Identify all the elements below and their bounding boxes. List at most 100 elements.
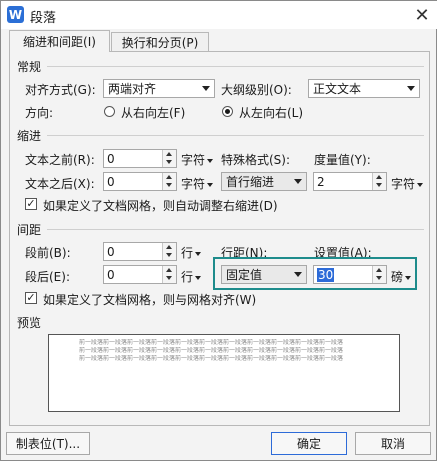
chevron-down-icon — [405, 275, 412, 280]
chevron-down-icon — [294, 179, 302, 184]
chevron-down-icon — [195, 275, 202, 280]
setting-value-input[interactable]: 30 — [313, 265, 387, 284]
arrow-down-icon[interactable] — [376, 183, 382, 187]
arrow-up-icon[interactable] — [166, 245, 172, 249]
chevron-down-icon — [417, 182, 424, 187]
ok-button[interactable]: 确定 — [271, 432, 347, 455]
alignment-value: 两端对齐 — [108, 82, 157, 96]
arrow-up-icon[interactable] — [166, 152, 172, 156]
rtl-radio[interactable] — [104, 106, 115, 117]
space-before-unit[interactable]: 行 — [181, 244, 202, 261]
grid-align-checkbox[interactable]: ✓ — [25, 292, 37, 304]
space-after-unit[interactable]: 行 — [181, 268, 202, 285]
alignment-label: 对齐方式(G): — [25, 83, 96, 97]
stepper-buttons[interactable] — [162, 266, 176, 283]
indent-after-input[interactable]: 0 — [103, 172, 177, 191]
space-before-unit-label: 行 — [181, 246, 194, 260]
outline-level-label: 大纲级别(O): — [221, 83, 292, 97]
chevron-down-icon — [294, 272, 302, 277]
stepper-buttons[interactable] — [162, 173, 176, 190]
section-divider — [47, 229, 424, 230]
arrow-down-icon[interactable] — [166, 183, 172, 187]
indent-before-input[interactable]: 0 — [103, 149, 177, 168]
direction-label: 方向: — [25, 106, 54, 120]
tab-stops-button-label: 制表位(T)... — [15, 437, 81, 451]
paragraph-dialog: W 段落 ✕ 缩进和间距(I) 换行和分页(P) 常规 对齐方式(G): 两端对… — [0, 0, 438, 461]
setting-value-unit[interactable]: 磅 — [391, 268, 412, 285]
measure-value: 2 — [317, 174, 325, 189]
preview-text-line: 前一段落前一段落前一段落前一段落前一段落前一段落前一段落前一段落前一段落前一段落… — [79, 339, 344, 346]
indent-before-label: 文本之前(R): — [25, 153, 95, 167]
chevron-down-icon — [407, 86, 415, 91]
tab-stops-button[interactable]: 制表位(T)... — [6, 432, 90, 455]
ltr-label[interactable]: 从左向右(L) — [239, 104, 303, 121]
stepper-buttons[interactable] — [162, 150, 176, 167]
measure-unit-label: 字符 — [391, 177, 416, 191]
tab-line-page-break[interactable]: 换行和分页(P) — [111, 32, 209, 52]
auto-adjust-label[interactable]: 如果定义了文档网格，则自动调整右缩进(D) — [43, 197, 278, 214]
space-after-input[interactable]: 0 — [103, 265, 177, 284]
stepper-buttons[interactable] — [372, 173, 386, 190]
chevron-down-icon — [195, 251, 202, 256]
setting-value-unit-label: 磅 — [391, 270, 404, 284]
special-format-select[interactable]: 首行缩进 — [221, 172, 307, 191]
arrow-up-icon[interactable] — [376, 175, 382, 179]
indent-after-value: 0 — [107, 174, 115, 189]
special-format-label: 特殊格式(S): — [221, 153, 291, 167]
setting-value: 30 — [317, 267, 335, 282]
preview-box: 前一段落前一段落前一段落前一段落前一段落前一段落前一段落前一段落前一段落前一段落… — [48, 334, 400, 412]
arrow-down-icon[interactable] — [166, 276, 172, 280]
space-after-unit-label: 行 — [181, 270, 194, 284]
chevron-down-icon — [207, 182, 214, 187]
arrow-down-icon[interactable] — [376, 276, 382, 280]
special-format-value: 首行缩进 — [226, 175, 275, 189]
wps-writer-icon: W — [7, 6, 24, 23]
indent-before-unit[interactable]: 字符 — [181, 151, 214, 168]
cancel-button[interactable]: 取消 — [355, 432, 431, 455]
indent-before-value: 0 — [107, 151, 115, 166]
section-divider — [47, 66, 424, 67]
close-icon[interactable]: ✕ — [411, 4, 433, 26]
stepper-buttons[interactable] — [162, 243, 176, 260]
section-general: 常规 — [17, 60, 42, 74]
indent-after-label: 文本之后(X): — [25, 177, 95, 191]
space-before-label: 段前(B): — [25, 246, 71, 260]
section-spacing: 间距 — [17, 223, 42, 237]
indent-before-unit-label: 字符 — [181, 153, 206, 167]
ltr-radio[interactable] — [222, 106, 233, 117]
rtl-label[interactable]: 从右向左(F) — [121, 104, 185, 121]
outline-level-value: 正文文本 — [313, 82, 362, 96]
title-bar[interactable]: W 段落 ✕ — [1, 1, 438, 29]
tab-indent-spacing-label: 缩进和间距(I) — [23, 35, 96, 49]
measure-label: 度量值(Y): — [314, 153, 371, 167]
ok-button-label: 确定 — [296, 437, 321, 451]
space-before-input[interactable]: 0 — [103, 242, 177, 261]
alignment-select[interactable]: 两端对齐 — [103, 79, 215, 98]
space-after-value: 0 — [107, 267, 115, 282]
measure-unit[interactable]: 字符 — [391, 175, 424, 192]
space-after-label: 段后(E): — [25, 270, 70, 284]
chevron-down-icon — [202, 86, 210, 91]
arrow-up-icon[interactable] — [166, 175, 172, 179]
outline-level-select[interactable]: 正文文本 — [308, 79, 420, 98]
tab-indent-spacing[interactable]: 缩进和间距(I) — [9, 30, 110, 52]
arrow-down-icon[interactable] — [166, 253, 172, 257]
arrow-up-icon[interactable] — [166, 268, 172, 272]
chevron-down-icon — [207, 158, 214, 163]
auto-adjust-checkbox[interactable]: ✓ — [25, 198, 37, 210]
tab-line-page-break-label: 换行和分页(P) — [121, 36, 199, 50]
arrow-down-icon[interactable] — [166, 160, 172, 164]
indent-after-unit[interactable]: 字符 — [181, 175, 214, 192]
preview-text-line: 前一段落前一段落前一段落前一段落前一段落前一段落前一段落前一段落前一段落前一段落… — [79, 347, 344, 354]
line-spacing-value: 固定值 — [226, 268, 263, 282]
line-spacing-select[interactable]: 固定值 — [221, 265, 307, 284]
measure-input[interactable]: 2 — [313, 172, 387, 191]
preview-text-line: 前一段落前一段落前一段落前一段落前一段落前一段落前一段落前一段落前一段落前一段落… — [79, 355, 344, 362]
section-indent: 缩进 — [17, 129, 42, 143]
section-divider — [47, 135, 424, 136]
cancel-button-label: 取消 — [380, 437, 405, 451]
grid-align-label[interactable]: 如果定义了文档网格，则与网格对齐(W) — [43, 291, 256, 308]
space-before-value: 0 — [107, 244, 115, 259]
stepper-buttons[interactable] — [372, 266, 386, 283]
arrow-up-icon[interactable] — [376, 268, 382, 272]
